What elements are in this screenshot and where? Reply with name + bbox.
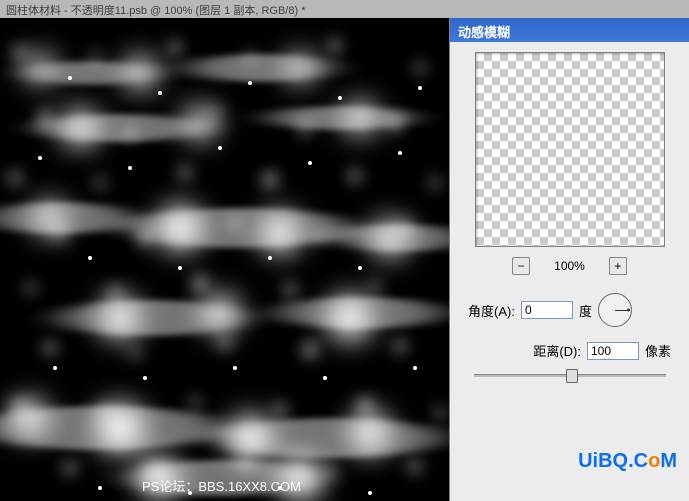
window-title-bar: 圆柱体材料 - 不透明度11.psb @ 100% (图层 1 副本, RGB/… — [0, 0, 689, 18]
dialog-title-bar[interactable]: 动感模糊 — [450, 18, 689, 42]
dialog-title: 动感模糊 — [458, 25, 510, 40]
motion-blur-dialog: 动感模糊 − 100% + 角度(A): 度 距离(D): 像素 — [449, 18, 689, 501]
angle-unit: 度 — [579, 301, 592, 320]
zoom-controls: − 100% + — [460, 257, 679, 275]
distance-label: 距离(D): — [533, 341, 581, 360]
canvas-area — [0, 18, 449, 501]
distance-row: 距离(D): 像素 — [460, 341, 679, 360]
zoom-out-button[interactable]: − — [512, 257, 530, 275]
zoom-in-button[interactable]: + — [609, 257, 627, 275]
footer-watermark: PS论坛：BBS.16XX8.COM — [142, 476, 301, 495]
plus-icon: + — [614, 259, 621, 273]
dialog-body: − 100% + 角度(A): 度 距离(D): 像素 — [450, 42, 689, 387]
minus-icon: − — [518, 259, 525, 273]
brand-watermark: UiBQ.CoM — [578, 450, 677, 473]
distance-unit: 像素 — [645, 341, 671, 360]
distance-input[interactable] — [587, 342, 639, 360]
angle-dial[interactable] — [598, 293, 632, 327]
angle-row: 角度(A): 度 — [460, 293, 679, 327]
angle-label: 角度(A): — [468, 301, 515, 320]
slider-thumb[interactable] — [566, 369, 578, 383]
window-title: 圆柱体材料 - 不透明度11.psb @ 100% (图层 1 副本, RGB/… — [6, 5, 305, 17]
canvas-image — [0, 18, 449, 501]
zoom-level: 100% — [554, 259, 585, 273]
preview-box[interactable] — [475, 52, 665, 247]
distance-slider[interactable] — [474, 374, 666, 377]
angle-input[interactable] — [521, 301, 573, 319]
